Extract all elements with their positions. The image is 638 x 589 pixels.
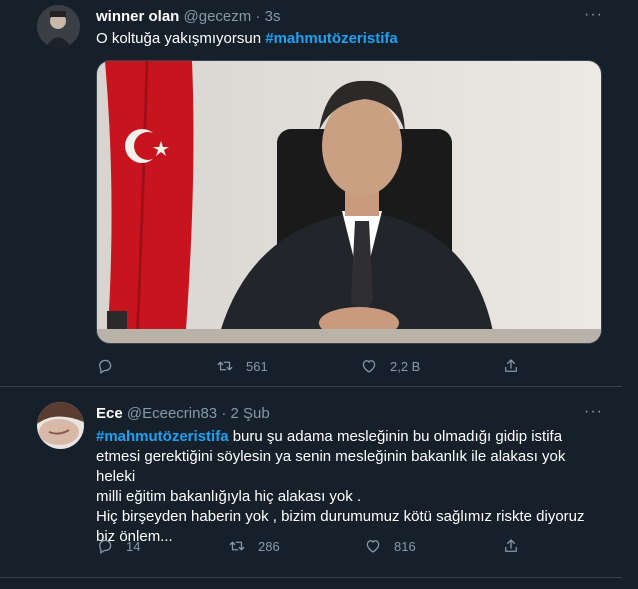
retweet-count: 286 bbox=[258, 538, 280, 554]
tweet-text-segment: buru şu adama mesleğinin bu olmadığı gid… bbox=[228, 428, 563, 445]
separator: · bbox=[255, 8, 261, 25]
handle[interactable]: @gecezm bbox=[184, 8, 252, 25]
tweet-header: winner olan @gecezm · 3s bbox=[96, 8, 280, 25]
share-button[interactable] bbox=[502, 537, 520, 555]
retweet-button[interactable]: 561 bbox=[216, 357, 268, 375]
reply-icon bbox=[99, 539, 112, 554]
hashtag-link[interactable]: #mahmutözeristifa bbox=[265, 30, 398, 47]
tweet-actions: 14 286 816 bbox=[96, 537, 600, 557]
handle[interactable]: @Eceecrin83 bbox=[127, 405, 217, 422]
like-count: 2,2 B bbox=[390, 358, 421, 374]
reply-count: 14 bbox=[126, 538, 141, 554]
tweet-image[interactable] bbox=[96, 60, 602, 344]
reply-button[interactable]: 14 bbox=[96, 537, 140, 555]
tweet-actions: 561 2,2 B bbox=[96, 357, 600, 377]
retweet-button[interactable]: 286 bbox=[228, 537, 280, 555]
heart-icon bbox=[362, 360, 376, 373]
avatar[interactable] bbox=[37, 5, 80, 48]
display-name[interactable]: winner olan bbox=[96, 8, 179, 25]
portrait-photo bbox=[97, 61, 601, 343]
like-button[interactable]: 816 bbox=[364, 537, 416, 555]
more-options-icon[interactable]: ··· bbox=[584, 403, 603, 421]
share-button[interactable] bbox=[502, 357, 520, 375]
like-button[interactable]: 2,2 B bbox=[360, 357, 420, 375]
timestamp[interactable]: 2 Şub bbox=[231, 405, 270, 422]
tweet-text: O koltuğa yakışmıyorsun #mahmutözeristif… bbox=[96, 29, 398, 49]
retweet-icon bbox=[217, 361, 233, 371]
tweet-text-line: etmesi gerektiğini söylesin ya senin mes… bbox=[96, 448, 566, 485]
tweet-header: Ece @Eceecrin83 · 2 Şub bbox=[96, 405, 270, 422]
avatar[interactable] bbox=[37, 402, 84, 449]
retweet-icon bbox=[229, 541, 245, 551]
like-count: 816 bbox=[394, 538, 416, 554]
tweet-text-line: #mahmutözeristifa buru şu adama mesleğin… bbox=[96, 427, 606, 447]
separator: · bbox=[221, 405, 227, 422]
reply-icon bbox=[99, 359, 112, 374]
tweet-text-body: O koltuğa yakışmıyorsun bbox=[96, 30, 266, 47]
tweet-text-line: Hiç birşeyden haberin yok , bizim durumu… bbox=[96, 508, 585, 525]
tweet-text-line: milli eğitim bakanlığıyla hiç alakası yo… bbox=[96, 488, 362, 505]
hashtag-link[interactable]: #mahmutözeristifa bbox=[96, 428, 229, 445]
reply-button[interactable] bbox=[96, 357, 126, 375]
heart-icon bbox=[366, 540, 380, 553]
retweet-count: 561 bbox=[246, 358, 268, 374]
share-icon bbox=[505, 539, 517, 552]
more-options-icon[interactable]: ··· bbox=[584, 6, 603, 24]
tweet-text: #mahmutözeristifa buru şu adama mesleğin… bbox=[96, 427, 606, 547]
timestamp[interactable]: 3s bbox=[265, 8, 281, 25]
tweet-2[interactable]: Ece @Eceecrin83 · 2 Şub ··· #mahmutözeri… bbox=[0, 387, 622, 578]
display-name[interactable]: Ece bbox=[96, 405, 123, 422]
scrollbar[interactable] bbox=[622, 0, 638, 589]
share-icon bbox=[505, 359, 517, 372]
tweet-1[interactable]: winner olan @gecezm · 3s ··· O koltuğa y… bbox=[0, 0, 622, 387]
